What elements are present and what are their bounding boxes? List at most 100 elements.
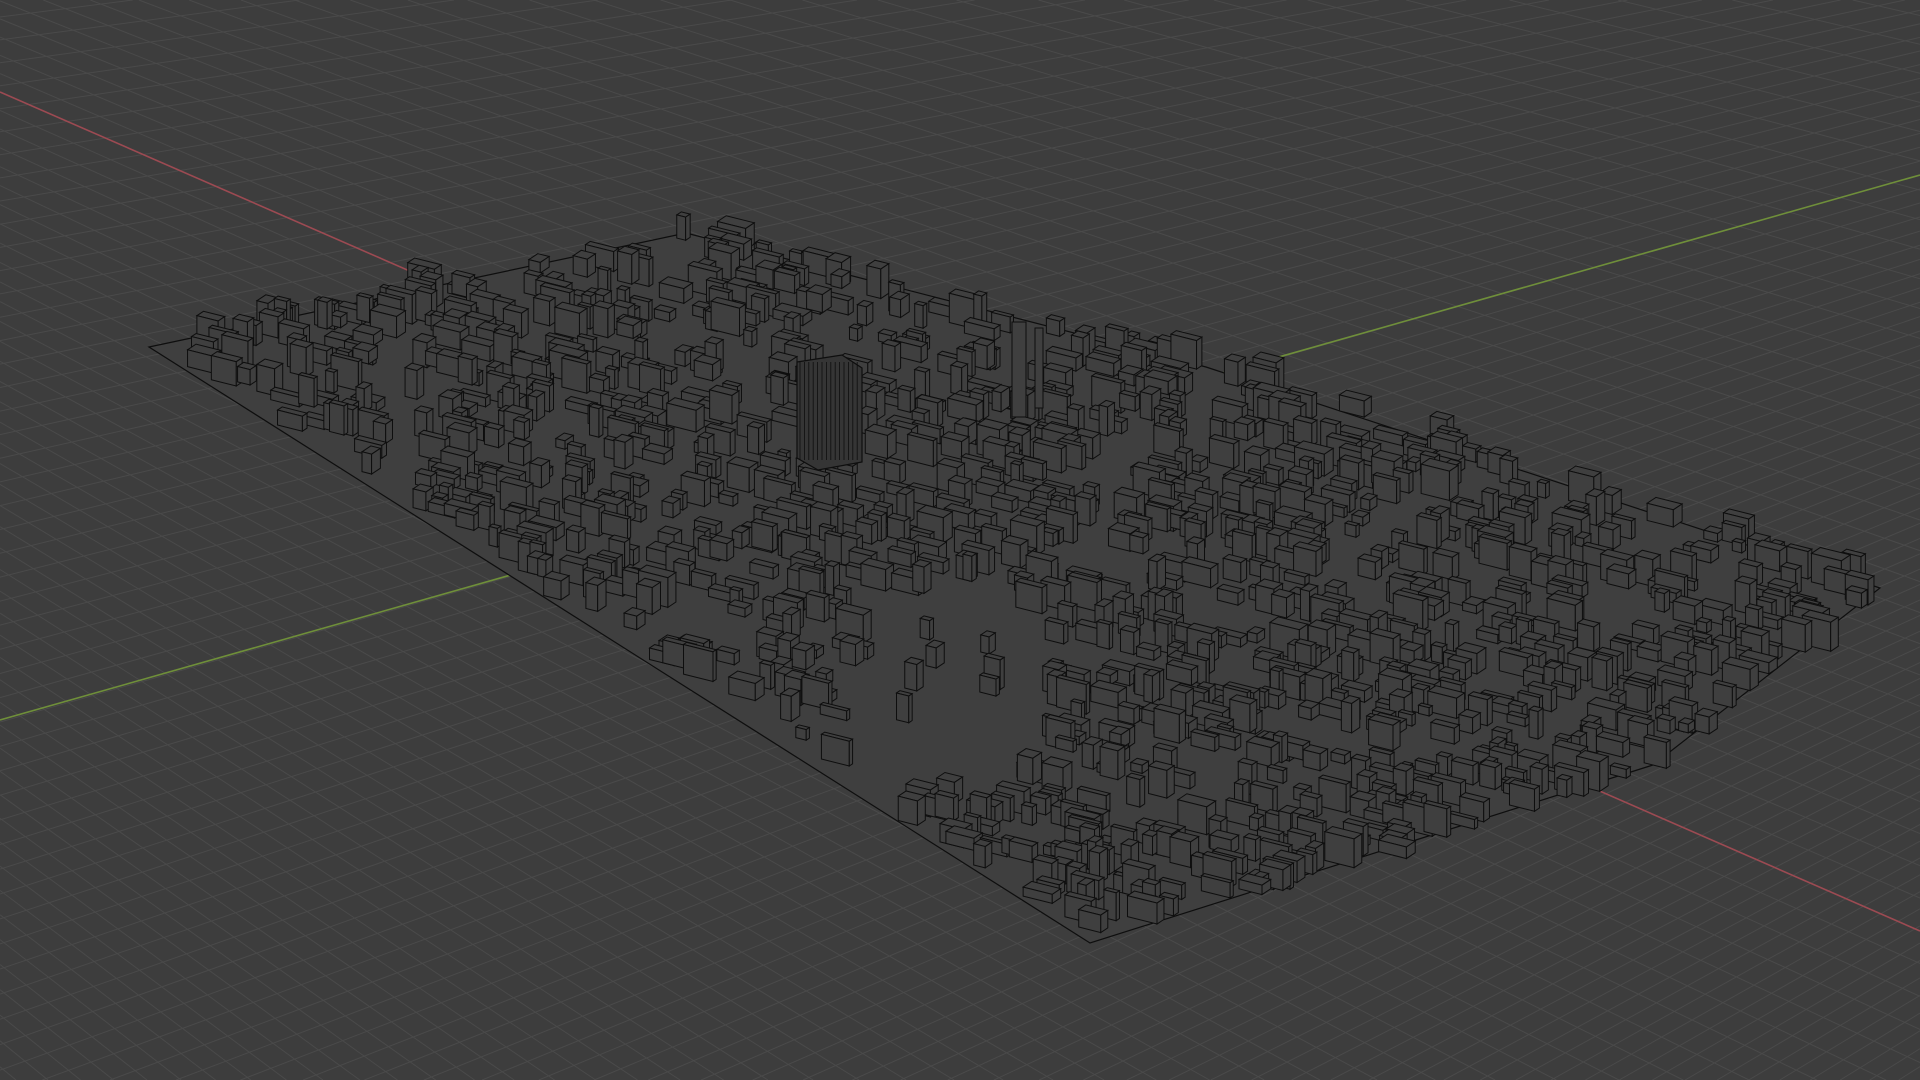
building: [1128, 530, 1150, 555]
building: [289, 338, 315, 378]
building: [1497, 621, 1519, 645]
tall-building: [1011, 321, 1027, 418]
building: [1356, 553, 1383, 581]
building: [897, 790, 927, 827]
building: [1417, 702, 1434, 717]
building: [1457, 708, 1482, 735]
building: [1590, 653, 1614, 692]
building: [1422, 800, 1452, 839]
grid-line: [1617, 0, 1920, 74]
building: [1233, 416, 1256, 442]
building: [1014, 577, 1049, 615]
building: [324, 367, 339, 394]
building: [328, 399, 349, 436]
viewport-canvas[interactable]: [0, 0, 1920, 1080]
building: [532, 293, 557, 327]
building: [1266, 763, 1288, 785]
building: [1653, 587, 1671, 614]
building: [1555, 773, 1574, 799]
building: [360, 445, 382, 475]
building: [1098, 741, 1127, 781]
building: [454, 507, 480, 532]
building: [1508, 779, 1541, 813]
building: [1208, 433, 1241, 470]
grid-line: [1307, 0, 1920, 162]
building: [1329, 747, 1352, 765]
building: [979, 630, 997, 655]
building: [1397, 540, 1429, 575]
building: [1695, 616, 1713, 634]
building: [1221, 553, 1248, 584]
building: [565, 524, 587, 554]
building: [779, 687, 802, 723]
grid-line: [0, 841, 324, 1080]
building: [750, 518, 779, 553]
building: [911, 559, 933, 595]
building: [746, 421, 766, 456]
building: [708, 534, 735, 562]
building: [1000, 534, 1030, 570]
3d-viewport[interactable]: [0, 0, 1920, 1080]
building: [682, 641, 718, 683]
building: [1323, 825, 1363, 869]
building: [507, 437, 533, 467]
grid-line: [0, 679, 596, 1080]
building: [1077, 904, 1110, 934]
building: [316, 296, 334, 331]
building: [1702, 525, 1726, 544]
building: [848, 323, 864, 343]
building: [1016, 748, 1043, 786]
building: [895, 690, 914, 724]
building: [888, 290, 911, 319]
building: [1317, 774, 1352, 814]
building: [717, 489, 740, 508]
grid-line: [0, 964, 148, 1080]
building: [805, 284, 833, 314]
building: [1044, 616, 1070, 645]
tower-building: [796, 354, 863, 471]
building: [829, 268, 852, 290]
building: [464, 471, 484, 492]
building: [864, 423, 898, 460]
building: [1343, 520, 1361, 539]
building: [1480, 487, 1500, 522]
building: [1655, 713, 1677, 735]
grid-line: [0, 0, 598, 87]
building: [742, 325, 759, 348]
building: [1693, 707, 1719, 735]
building: [1262, 463, 1285, 487]
building: [1142, 668, 1161, 704]
building: [856, 299, 875, 327]
building: [972, 337, 996, 371]
grid-line: [1852, 0, 1920, 16]
building: [1340, 695, 1361, 734]
building: [1297, 699, 1321, 722]
building: [1576, 618, 1601, 653]
building: [769, 371, 790, 407]
building: [1622, 679, 1653, 714]
building: [236, 361, 258, 386]
grid-line: [0, 890, 252, 1080]
building: [933, 789, 960, 822]
building: [584, 576, 608, 613]
grid-line: [1732, 0, 1920, 45]
building: [978, 672, 1001, 697]
grid-line: [1869, 1048, 1920, 1080]
building: [805, 589, 831, 623]
building: [731, 525, 751, 550]
building: [918, 615, 935, 641]
building: [1692, 641, 1720, 677]
grid-line: [0, 0, 1549, 295]
building: [990, 384, 1011, 413]
grid-line: [0, 0, 732, 110]
building: [880, 338, 902, 373]
building: [588, 403, 605, 439]
building: [1073, 491, 1098, 527]
building: [1405, 455, 1424, 473]
grid-line: [1480, 840, 1920, 1080]
grid-line: [0, 0, 300, 41]
building: [773, 266, 801, 295]
city-model[interactable]: [147, 211, 1882, 944]
building: [838, 634, 866, 667]
grid-line: [0, 0, 1189, 202]
